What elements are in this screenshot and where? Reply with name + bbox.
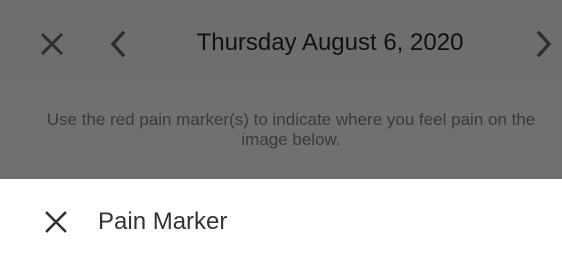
next-day-button[interactable] (524, 24, 562, 64)
pain-marker-sheet: Pain Marker (0, 179, 562, 257)
sheet-title: Pain Marker (98, 208, 228, 235)
instruction-area: Use the red pain marker(s) to indicate w… (0, 83, 562, 179)
previous-day-button[interactable] (98, 24, 138, 64)
instruction-text: Use the red pain marker(s) to indicate w… (46, 110, 536, 149)
close-icon (45, 211, 67, 233)
screen: Thursday August 6, 2020 Use the red pain… (0, 0, 562, 257)
close-icon (40, 32, 64, 56)
close-button[interactable] (32, 24, 72, 64)
close-sheet-button[interactable] (36, 202, 76, 242)
chevron-left-icon (110, 31, 126, 57)
top-app-bar: Thursday August 6, 2020 (0, 0, 562, 82)
chevron-right-icon (536, 31, 552, 57)
date-title: Thursday August 6, 2020 (196, 29, 464, 56)
